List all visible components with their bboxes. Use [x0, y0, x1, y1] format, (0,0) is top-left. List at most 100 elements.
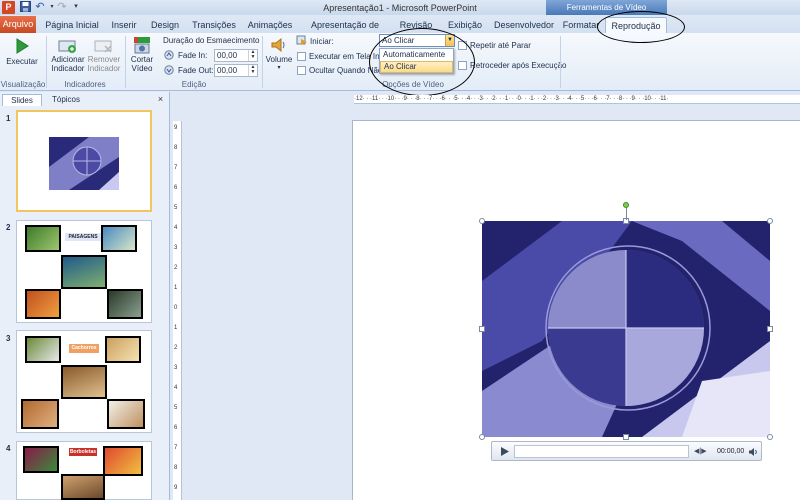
ruler-mark: 6: [174, 185, 178, 191]
fade-in-value: 00,00: [217, 51, 238, 60]
ruler-mark: 6: [174, 425, 178, 431]
ruler-mark: 5: [174, 205, 178, 211]
slide-caption: Cachorros: [69, 344, 99, 353]
ruler-mark: 7: [174, 165, 178, 171]
volume-icon: [271, 37, 285, 53]
slide-thumbnail-1[interactable]: [16, 110, 152, 212]
redo-icon[interactable]: ↷: [56, 1, 68, 13]
video-frame: [482, 221, 770, 437]
rotate-handle[interactable]: [623, 202, 629, 208]
volume-button[interactable]: Volume ▾: [265, 35, 293, 77]
add-bookmark-button[interactable]: Adicionar Indicador: [48, 36, 88, 78]
play-button[interactable]: Executar: [4, 36, 40, 70]
seek-bar[interactable]: [514, 445, 689, 458]
resize-handle-sw[interactable]: [479, 434, 485, 440]
volume-icon[interactable]: [748, 447, 758, 457]
remove-bookmark-button[interactable]: Remover Indicador: [86, 36, 122, 78]
resize-handle-e[interactable]: [767, 326, 773, 332]
close-pane-icon[interactable]: ×: [156, 94, 165, 104]
fade-duration-title: Duração do Esmaecimento: [163, 36, 260, 45]
add-bookmark-icon: [58, 40, 76, 53]
resize-handle-se[interactable]: [767, 434, 773, 440]
resize-handle-w[interactable]: [479, 326, 485, 332]
resize-handle-nw[interactable]: [479, 218, 485, 224]
remove-bookmark-label-1: Remover: [87, 55, 121, 64]
powerpoint-logo-icon[interactable]: P: [2, 1, 15, 14]
tab-design[interactable]: Design: [148, 17, 182, 33]
add-bookmark-label-2: Indicador: [51, 64, 85, 73]
undo-icon[interactable]: ↶: [34, 1, 46, 13]
tab-slides[interactable]: Slides: [2, 94, 42, 106]
tab-developer[interactable]: Desenvolvedor: [494, 17, 554, 33]
ruler-mark: 5: [174, 405, 178, 411]
save-icon[interactable]: [19, 1, 31, 13]
window-title: Apresentação1 - Microsoft PowerPoint: [323, 3, 477, 13]
tab-format[interactable]: Formatar: [562, 17, 600, 33]
ruler-mark: 8: [174, 145, 178, 151]
group-visualizacao-label: Visualização: [0, 80, 46, 89]
ruler-mark: 9: [174, 125, 178, 131]
photo-thumbnail: [61, 474, 105, 500]
tab-slideshow[interactable]: Apresentação de Slides: [302, 17, 388, 46]
trim-video-button[interactable]: Cortar Vídeo: [128, 35, 156, 77]
photo-thumbnail: [103, 446, 143, 476]
video-thumbnail: [49, 137, 119, 190]
start-label: Iniciar:: [310, 37, 334, 46]
resize-handle-s[interactable]: [623, 434, 629, 440]
play-button-label: Executar: [6, 57, 38, 66]
hide-checkbox[interactable]: [297, 66, 306, 75]
group-separator: [560, 36, 561, 88]
ruler-mark: 3: [174, 245, 178, 251]
slide-number: 2: [6, 223, 11, 232]
group-separator: [46, 36, 47, 88]
remove-bookmark-label-2: Indicador: [87, 64, 121, 73]
trim-video-icon: [134, 37, 150, 54]
slide-thumbnail-4[interactable]: Borboletas: [16, 441, 152, 500]
fade-out-input[interactable]: 00,00 ▲ ▼: [214, 64, 258, 77]
tab-transitions[interactable]: Transições: [190, 17, 238, 33]
tab-view[interactable]: Exibição: [444, 17, 486, 33]
ruler-mark: 2: [174, 345, 178, 351]
fade-in-label: Fade In:: [178, 51, 208, 60]
volume-label: Volume: [265, 55, 293, 64]
ruler-mark: 4: [174, 385, 178, 391]
highlight-ring-playback: [597, 11, 685, 43]
slide-thumbnail-2[interactable]: PAISAGENS: [16, 220, 152, 323]
video-object[interactable]: [482, 221, 770, 437]
group-edicao-label: Edição: [181, 80, 207, 89]
ruler-mark: 1: [174, 325, 178, 331]
fade-in-input[interactable]: 00,00 ▲ ▼: [214, 49, 258, 62]
ruler-mark: 0: [174, 305, 178, 311]
trim-video-label-2: Vídeo: [131, 64, 153, 73]
play-icon[interactable]: [498, 445, 511, 458]
photo-thumbnail: [107, 289, 143, 319]
fade-out-label: Fade Out:: [178, 66, 214, 75]
slide-thumbnail-3[interactable]: Cachorros: [16, 330, 152, 433]
fade-in-spinner-icon[interactable]: ▲ ▼: [248, 50, 257, 61]
rotation-stem: [626, 208, 627, 220]
fade-out-spinner-icon[interactable]: ▲ ▼: [248, 65, 257, 76]
trim-video-label-1: Cortar: [130, 55, 154, 64]
add-bookmark-label-1: Adicionar: [51, 55, 85, 64]
ruler-mark: 3: [174, 365, 178, 371]
customize-icon[interactable]: ▾: [70, 1, 82, 13]
group-separator: [262, 36, 263, 88]
tab-animations[interactable]: Animações: [246, 17, 294, 33]
tab-file[interactable]: Arquivo: [0, 16, 36, 33]
media-controls: ◀|▶ 00:00,00: [491, 441, 762, 461]
title-bar: Apresentação1 - Microsoft PowerPoint: [0, 0, 800, 15]
photo-thumbnail: [105, 336, 141, 363]
ruler-mark: 1: [174, 285, 178, 291]
fullscreen-checkbox[interactable]: [297, 52, 306, 61]
photo-thumbnail: [25, 289, 61, 319]
slide-number: 4: [6, 444, 11, 453]
photo-thumbnail: [25, 225, 61, 252]
tab-insert[interactable]: Inserir: [108, 17, 140, 33]
tab-home[interactable]: Página Inicial: [44, 17, 100, 33]
photo-thumbnail: [101, 225, 137, 252]
tab-topics[interactable]: Tópicos: [44, 94, 88, 106]
photo-thumbnail: [61, 365, 107, 399]
highlight-ring-start: [369, 28, 475, 96]
step-buttons-icon[interactable]: ◀|▶: [694, 447, 712, 457]
resize-handle-ne[interactable]: [767, 218, 773, 224]
